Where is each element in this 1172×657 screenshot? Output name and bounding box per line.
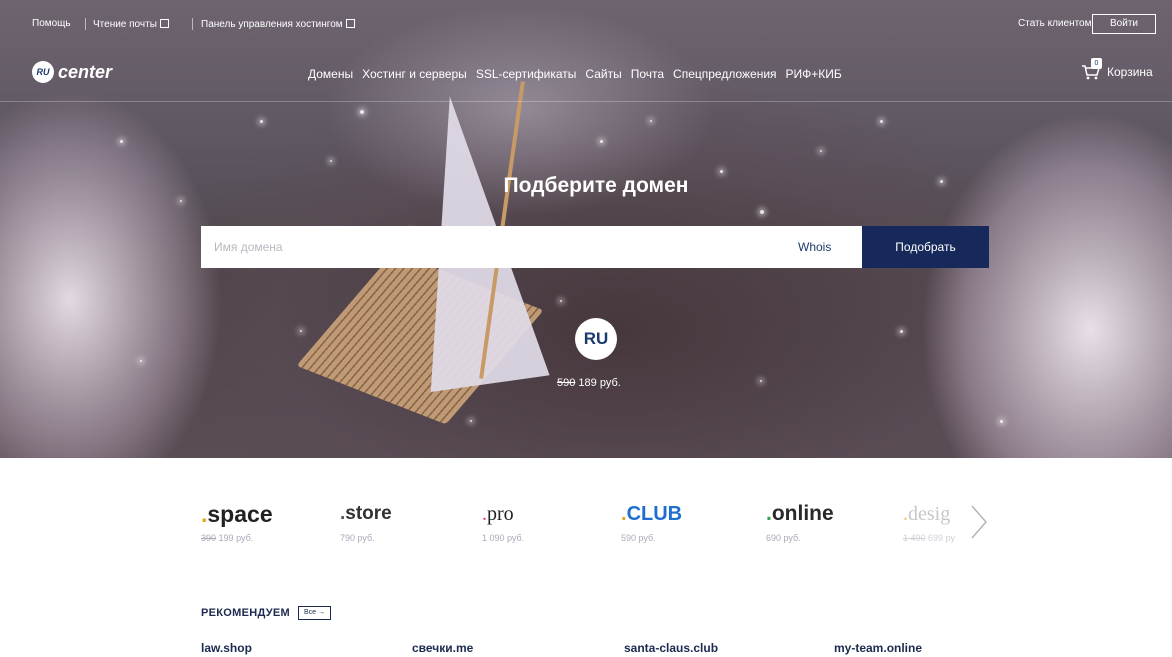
nav-item-mail[interactable]: Почта bbox=[631, 67, 664, 81]
sparkle bbox=[650, 120, 652, 122]
logo[interactable]: RU center bbox=[32, 60, 112, 84]
sparkle bbox=[560, 300, 562, 302]
nav-item-domains[interactable]: Домены bbox=[308, 67, 353, 81]
ru-zone-price: 590 189 руб. bbox=[557, 377, 621, 389]
recommend-section-header: РЕКОМЕНДУЕМ Все → bbox=[201, 606, 332, 620]
tld-label: pro bbox=[487, 503, 514, 525]
tld-card-online[interactable]: .online 690 руб. bbox=[766, 500, 834, 543]
mail-link-label: Чтение почты bbox=[93, 19, 157, 30]
nav-item-special-offers[interactable]: Спецпредложения bbox=[673, 67, 777, 81]
sparkle bbox=[140, 360, 142, 362]
recommended-domain[interactable]: свечки.me bbox=[412, 641, 473, 655]
tld-card-pro[interactable]: .pro 1 090 руб. bbox=[482, 500, 524, 543]
tld-price: 690 руб. bbox=[766, 533, 834, 543]
sparkle bbox=[330, 160, 332, 162]
pick-domain-button[interactable]: Подобрать bbox=[862, 226, 989, 268]
sparkle bbox=[880, 120, 883, 123]
sparkle bbox=[470, 420, 472, 422]
tld-price: 390 199 руб. bbox=[201, 533, 273, 543]
whois-link[interactable]: Whois bbox=[798, 240, 862, 254]
cart-icon: 0 bbox=[1082, 58, 1102, 80]
domain-search-input[interactable] bbox=[201, 226, 798, 268]
cart-link[interactable]: 0 Корзина bbox=[1082, 58, 1153, 80]
hero-title: Подберите домен bbox=[503, 174, 689, 197]
utility-bar: Помощь Чтение почты Панель управления хо… bbox=[0, 14, 1172, 36]
tld-current-price: 1 090 руб. bbox=[482, 533, 525, 543]
recommended-domain[interactable]: santa-claus.club bbox=[624, 641, 718, 655]
tld-name: .store bbox=[340, 500, 392, 528]
tld-name: .desig bbox=[903, 500, 969, 528]
tld-label: online bbox=[771, 502, 834, 525]
nav-item-rif-kib[interactable]: РИФ+КИБ bbox=[786, 67, 842, 81]
sparkle bbox=[260, 120, 263, 123]
logo-text: center bbox=[58, 61, 113, 82]
tld-card-space[interactable]: .space 390 199 руб. bbox=[201, 500, 273, 543]
external-link-icon bbox=[159, 19, 169, 28]
tld-name: .space bbox=[201, 500, 273, 528]
ru-zone-badge[interactable]: RU bbox=[575, 318, 617, 360]
tld-price: 1 090 руб. bbox=[482, 533, 524, 543]
nav-item-sites[interactable]: Сайты bbox=[585, 67, 621, 81]
tld-label: space bbox=[207, 501, 273, 527]
tld-card-store[interactable]: .store 790 руб. bbox=[340, 500, 392, 543]
tld-old-price: 1 490 bbox=[903, 533, 926, 543]
tld-name: .online bbox=[766, 500, 834, 528]
nav-item-hosting[interactable]: Хостинг и серверы bbox=[362, 67, 467, 81]
tld-current-price: 699 ру bbox=[928, 533, 955, 543]
tld-price: 1 490 699 ру bbox=[903, 533, 969, 543]
login-button[interactable]: Войти bbox=[1092, 14, 1156, 34]
tld-current-price: 199 руб. bbox=[218, 533, 254, 543]
become-client-link[interactable]: Стать клиентом bbox=[1018, 18, 1092, 29]
ru-old-price: 590 bbox=[557, 377, 576, 389]
tld-card-design[interactable]: .desig 1 490 699 ру bbox=[903, 500, 969, 543]
ru-current-price: 189 руб. bbox=[578, 377, 621, 389]
tld-name: .CLUB bbox=[621, 500, 682, 528]
sparkle bbox=[600, 140, 603, 143]
recommended-domain[interactable]: law.shop bbox=[201, 641, 252, 655]
mail-link[interactable]: Чтение почты bbox=[93, 18, 169, 30]
sparkle bbox=[720, 170, 723, 173]
help-link[interactable]: Помощь bbox=[32, 18, 71, 29]
tld-price: 590 руб. bbox=[621, 533, 682, 543]
utility-divider bbox=[85, 18, 86, 30]
logo-badge: RU bbox=[32, 61, 54, 83]
recommend-title: РЕКОМЕНДУЕМ bbox=[201, 607, 291, 619]
tld-current-price: 690 руб. bbox=[766, 533, 801, 543]
sparkle bbox=[760, 380, 762, 382]
tld-old-price: 390 bbox=[201, 533, 217, 543]
recommended-domain[interactable]: my-team.online bbox=[834, 641, 922, 655]
sparkle bbox=[900, 330, 903, 333]
sparkle bbox=[180, 200, 182, 202]
cart-count-badge: 0 bbox=[1091, 58, 1102, 69]
tld-label: store bbox=[345, 503, 392, 524]
tld-label: desig bbox=[908, 503, 951, 525]
sparkle bbox=[760, 210, 764, 214]
external-link-icon bbox=[345, 19, 355, 28]
sparkle bbox=[120, 140, 123, 143]
hosting-panel-label: Панель управления хостингом bbox=[201, 19, 343, 30]
sparkle bbox=[820, 150, 822, 152]
hosting-panel-link[interactable]: Панель управления хостингом bbox=[201, 18, 355, 30]
sparkle bbox=[300, 330, 302, 332]
cart-label: Корзина bbox=[1107, 65, 1153, 79]
nav-item-ssl[interactable]: SSL-сертификаты bbox=[476, 67, 577, 81]
utility-divider bbox=[192, 18, 193, 30]
recommend-all-button[interactable]: Все → bbox=[298, 606, 332, 620]
tld-card-club[interactable]: .CLUB 590 руб. bbox=[621, 500, 682, 543]
tld-current-price: 790 руб. bbox=[340, 533, 375, 543]
domain-search-form: Whois Подобрать bbox=[201, 226, 989, 268]
tld-price: 790 руб. bbox=[340, 533, 392, 543]
tld-name: .pro bbox=[482, 500, 524, 528]
tld-current-price: 590 руб. bbox=[621, 533, 656, 543]
main-nav: Домены Хостинг и серверы SSL-сертификаты… bbox=[308, 67, 851, 81]
hero-banner: Помощь Чтение почты Панель управления хо… bbox=[0, 0, 1172, 458]
chevron-right-icon[interactable] bbox=[968, 504, 992, 540]
nav-divider bbox=[0, 101, 1172, 102]
sparkle bbox=[360, 110, 364, 114]
tld-label: CLUB bbox=[626, 503, 683, 525]
sparkle bbox=[1000, 420, 1003, 423]
